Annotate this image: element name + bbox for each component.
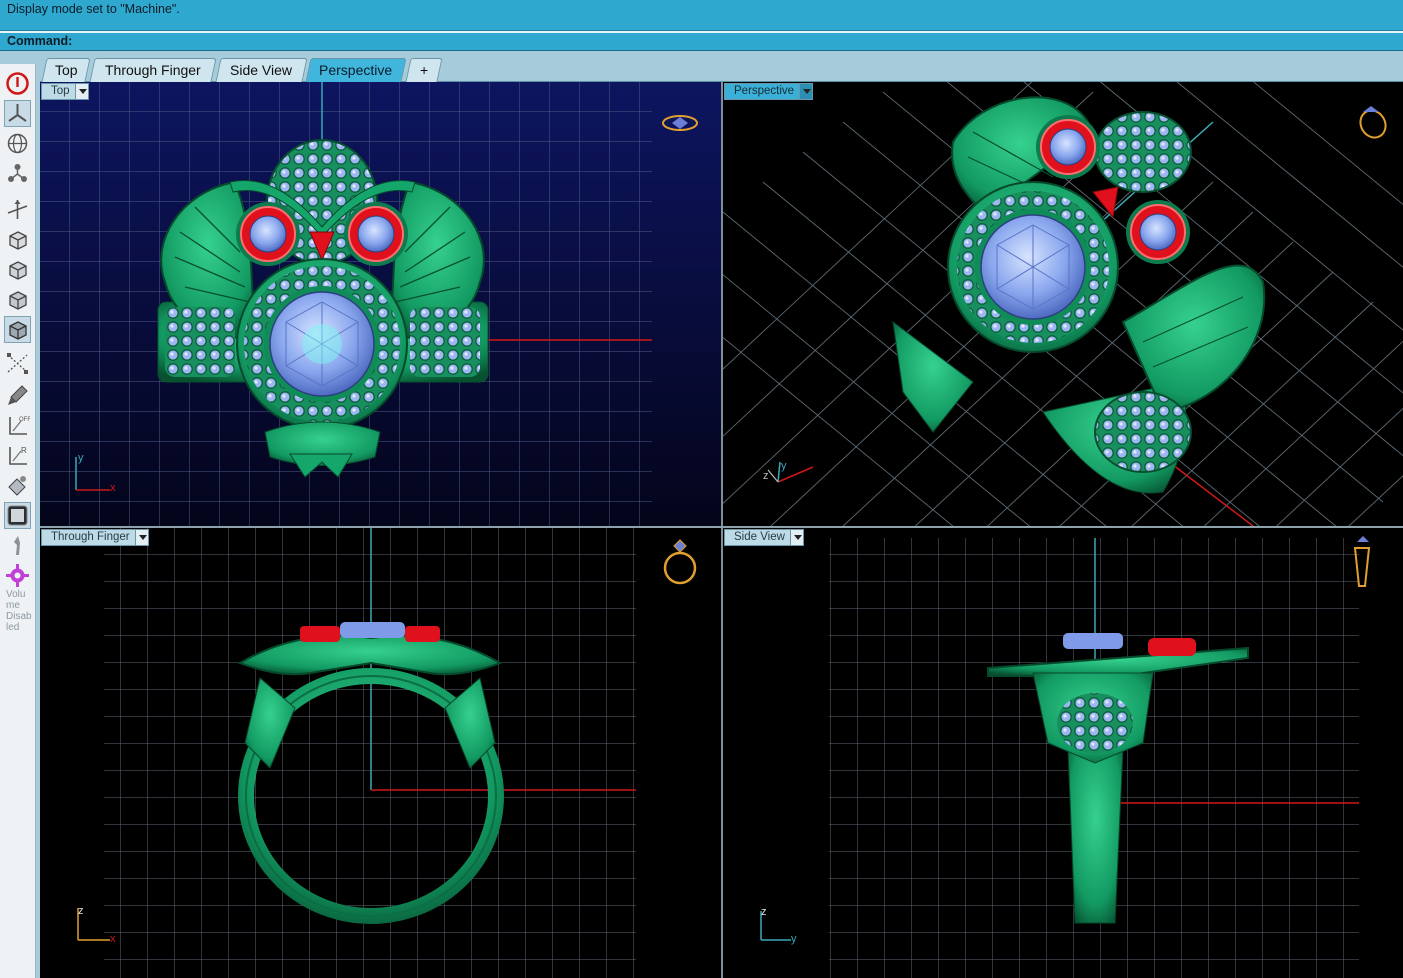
- tab-perspective[interactable]: Perspective: [305, 58, 407, 82]
- axis-z-label: z: [78, 905, 84, 917]
- volume-disabled-text: Volume Disabled: [6, 589, 32, 633]
- tab-side-view-label: Side View: [230, 62, 293, 78]
- tab-top-label: Top: [54, 62, 78, 78]
- gear-icon[interactable]: [4, 562, 31, 589]
- command-line: Command:: [0, 31, 1403, 51]
- tab-through-finger[interactable]: Through Finger: [89, 58, 217, 82]
- viewport-perspective[interactable]: Perspective z y: [723, 82, 1403, 526]
- nodes-icon[interactable]: [4, 160, 31, 187]
- viewport-top-label[interactable]: Top: [41, 83, 89, 100]
- viewport-perspective-label[interactable]: Perspective: [724, 83, 814, 100]
- chevron-down-icon[interactable]: [74, 84, 88, 99]
- render-icon[interactable]: [4, 472, 31, 499]
- viewport-top-label-text: Top: [51, 85, 70, 97]
- viewport-through-finger-label-text: Through Finger: [51, 531, 130, 543]
- perspective-scene: [723, 82, 1403, 526]
- command-input[interactable]: [78, 34, 1378, 50]
- command-prompt-label: Command:: [7, 34, 73, 48]
- viewport-tab-strip: Top Through Finger Side View Perspective…: [40, 51, 1403, 82]
- left-toolbar: OFF R Volume Disabled: [0, 64, 36, 978]
- viewport-side-view-label-text: Side View: [734, 531, 785, 543]
- axis-z-label: z: [763, 470, 769, 482]
- box-front-icon[interactable]: [4, 256, 31, 283]
- axis-y-label: y: [781, 460, 787, 472]
- dimension-icon[interactable]: [4, 350, 31, 377]
- side-view-scene: [723, 528, 1403, 978]
- viewport-side-view-label[interactable]: Side View: [724, 529, 804, 546]
- command-history-text: Display mode set to "Machine".: [7, 2, 180, 16]
- axis-x-label: x: [110, 482, 116, 494]
- axis-y-label: y: [78, 452, 84, 464]
- brush-icon[interactable]: [4, 382, 31, 409]
- viewport-splitter-horizontal[interactable]: [40, 526, 1403, 528]
- axis-z-label: z: [761, 906, 767, 918]
- chevron-down-icon[interactable]: [789, 530, 803, 545]
- add-tab-icon: +: [419, 62, 429, 78]
- panel-icon[interactable]: [4, 502, 31, 529]
- chevron-down-icon[interactable]: [799, 84, 813, 99]
- tab-through-finger-label: Through Finger: [105, 62, 201, 78]
- axis-x-label: x: [110, 933, 116, 945]
- through-finger-scene: [40, 528, 721, 978]
- viewport-top[interactable]: Top y x: [40, 82, 721, 526]
- stop-icon[interactable]: [4, 70, 31, 97]
- viewport-side-view[interactable]: Side View z y: [723, 528, 1403, 978]
- command-history: Display mode set to "Machine".: [0, 0, 1403, 31]
- tab-perspective-label: Perspective: [319, 62, 393, 78]
- tab-side-view[interactable]: Side View: [215, 58, 308, 82]
- jewelry-cad-window: Display mode set to "Machine". Command: …: [0, 0, 1403, 978]
- viewport-through-finger[interactable]: Through Finger z x: [40, 528, 721, 978]
- globe-icon[interactable]: [4, 130, 31, 157]
- chevron-down-icon[interactable]: [134, 530, 148, 545]
- viewport-splitter-vertical[interactable]: [721, 82, 723, 978]
- svg-text:R: R: [21, 446, 27, 455]
- top-scene: [40, 82, 721, 526]
- top-view-icon[interactable]: [4, 100, 31, 127]
- axes-icon[interactable]: [4, 196, 31, 223]
- axis-y-label: y: [791, 933, 797, 945]
- ortho-off-icon[interactable]: OFF: [4, 412, 31, 439]
- box-shaded-icon[interactable]: [4, 316, 31, 343]
- tab-top[interactable]: Top: [41, 58, 91, 82]
- viewport-through-finger-label[interactable]: Through Finger: [41, 529, 149, 546]
- figure-icon[interactable]: [4, 532, 31, 559]
- viewport-perspective-label-text: Perspective: [734, 85, 795, 97]
- svg-text:OFF: OFF: [19, 417, 30, 423]
- tab-add-button[interactable]: +: [405, 58, 443, 82]
- box-side-icon[interactable]: [4, 286, 31, 313]
- box-view-icon[interactable]: [4, 226, 31, 253]
- ortho-r-icon[interactable]: R: [4, 442, 31, 469]
